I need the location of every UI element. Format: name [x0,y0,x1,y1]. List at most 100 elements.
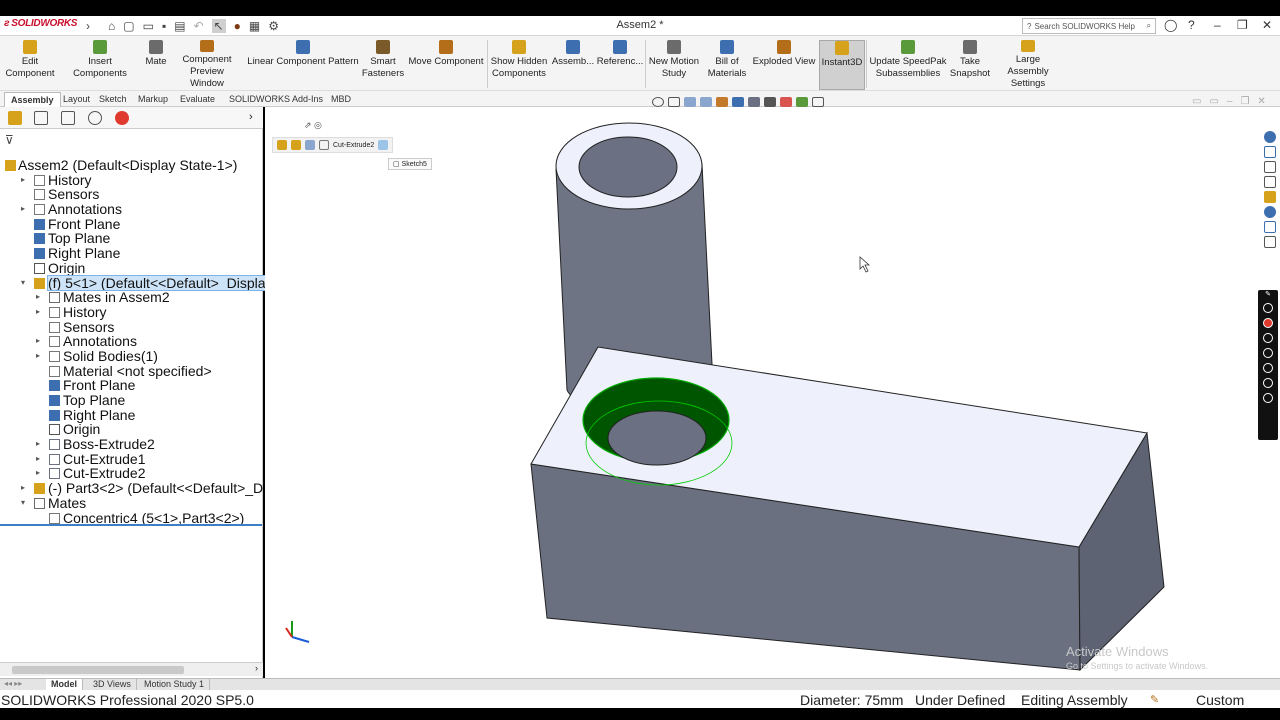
tab-assembly[interactable]: Assembly [4,92,61,107]
ribbon-button-4[interactable]: Linear Component Pattern [247,40,359,90]
view-palette-icon[interactable] [1264,176,1276,188]
expand-arrow-icon[interactable]: ▸ [36,437,40,452]
configuration-manager-tab-icon[interactable] [61,111,75,125]
user-icon[interactable]: ◯ [1164,18,1177,32]
edit-appearance-icon[interactable] [780,97,792,107]
ribbon-button-14[interactable]: Update SpeedPak Subassemblies [869,40,947,90]
tree-item[interactable]: Front Plane [0,217,263,232]
expand-arrow-icon[interactable]: ▸ [21,173,25,188]
print-icon[interactable]: ▤ [174,19,185,33]
tree-item[interactable]: ▸ Cut-Extrude1 [0,452,263,467]
breadcrumb-expand-icon[interactable]: ⇗ ◎ [304,120,322,131]
solidworks-forum-icon[interactable] [1264,236,1276,248]
graphics-area[interactable] [265,107,1280,678]
section-view-icon[interactable] [700,97,712,107]
tree-item[interactable]: ▾ Mates [0,496,263,511]
previous-view-icon[interactable] [684,97,696,107]
collapse-arrow-icon[interactable]: ▾ [21,496,25,511]
ribbon-button-6[interactable]: Move Component [407,40,485,90]
ribbon-button-12[interactable]: Exploded View [752,40,816,90]
help-search-input[interactable]: ? Search SOLIDWORKS Help ⌕ [1022,18,1156,34]
help-icon[interactable]: ? [1188,18,1195,32]
collapse-arrow-icon[interactable]: ▾ [21,276,25,291]
apply-scene-icon[interactable] [796,97,808,107]
recorder-mic-icon[interactable] [1263,333,1273,343]
tab-evaluate[interactable]: Evaluate [174,92,221,107]
recorder-window-icon[interactable] [1263,378,1273,388]
tree-item[interactable]: Right Plane [0,407,263,423]
expand-arrow-icon[interactable]: ▸ [36,466,40,481]
dimxpert-tab-icon[interactable] [88,111,102,125]
view-settings-icon[interactable] [812,97,824,107]
recorder-camera-icon[interactable] [1263,303,1273,313]
zoom-area-icon[interactable] [668,97,680,107]
solidworks-resources-icon[interactable] [1264,131,1276,143]
tree-item[interactable]: ▾ (f) 5<1> (Default<<Default>_Displa [0,274,267,292]
tree-item[interactable]: Material <not specified> [0,363,263,379]
undo-icon[interactable]: ↶ [194,19,204,33]
display-style-icon[interactable] [748,97,760,107]
tree-item[interactable]: ▸ Cut-Extrude2 [0,466,263,481]
face-crumb-icon[interactable] [378,140,389,150]
expand-arrow-icon[interactable]: ▸ [36,305,40,320]
model-viewport[interactable] [265,107,1280,678]
ribbon-button-1[interactable]: Insert Components [60,40,140,90]
tab-solidworks-add-ins[interactable]: SOLIDWORKS Add-Ins [223,92,329,107]
expand-arrow-icon[interactable]: ▸ [36,290,40,305]
ribbon-button-7[interactable]: Show Hidden Components [490,40,548,90]
save-icon[interactable]: ▪ [162,19,166,33]
filter-icon[interactable]: ⊽ [5,133,14,147]
tree-item[interactable]: ▸ Solid Bodies(1) [0,349,263,364]
recorder-webcam-icon[interactable] [1263,363,1273,373]
tree-item[interactable]: ▸ Annotations [0,202,263,217]
restore-icon[interactable]: ❐ [1237,18,1248,32]
forum-icon[interactable] [1264,221,1276,233]
ribbon-button-5[interactable]: Smart Fasteners [362,40,404,90]
recorder-settings-icon[interactable] [1263,393,1273,403]
tree-item[interactable]: ▸ (-) Part3<2> (Default<<Default>_D [0,481,263,496]
close-icon[interactable]: ✕ [1262,18,1272,32]
appearances-icon[interactable] [1264,191,1276,203]
new-document-icon[interactable]: ▢ [123,19,134,33]
zoom-to-fit-icon[interactable] [652,97,664,107]
breadcrumb-sketch[interactable]: ▢ Sketch5 [388,158,432,170]
tree-item[interactable]: ▸ History [0,172,263,188]
custom-properties-icon[interactable] [1264,206,1276,218]
tab-scroll-arrows-icon[interactable]: ◂◂ ▸▸ [4,679,22,688]
design-library-icon[interactable] [1264,146,1276,158]
tree-horizontal-scrollbar[interactable]: › [0,662,263,676]
tree-item[interactable]: Sensors [0,319,263,335]
ribbon-button-13[interactable]: Instant3D [819,40,865,90]
tree-item[interactable]: ▸ Boss-Extrude2 [0,437,263,452]
tree-item[interactable]: Concentric4 (5<1>,Part3<2>) [0,510,263,526]
expand-arrow-icon[interactable]: ▸ [36,349,40,364]
block-part[interactable] [530,346,1165,672]
tree-item[interactable]: Top Plane [0,393,263,408]
tree-item[interactable]: ▸ Mates in Assem2 [0,290,263,305]
expand-arrow-icon[interactable]: ▸ [36,452,40,467]
status-units[interactable]: Custom [1196,690,1244,710]
canvas-window-controls[interactable]: ▭▭–❐✕ [1192,96,1274,107]
expand-arrow-icon[interactable]: ▸ [36,334,40,349]
tree-item[interactable]: Origin [0,422,263,437]
ribbon-button-10[interactable]: New Motion Study [647,40,701,90]
ribbon-button-11[interactable]: Bill of Materials [706,40,748,90]
hide-show-items-icon[interactable] [764,97,776,107]
recorder-record-icon[interactable] [1263,318,1273,328]
tree-item[interactable]: Right Plane [0,246,263,261]
panel-expand-arrow-icon[interactable]: › [249,111,253,123]
tab-mbd[interactable]: MBD [325,92,357,107]
file-properties-icon[interactable]: ▦ [249,19,260,33]
rebuild-icon[interactable]: ● [234,19,241,33]
ribbon-button-8[interactable]: Assemb... [552,40,594,90]
tab-layout[interactable]: Layout [57,92,96,107]
breadcrumb-feature[interactable]: Cut-Extrude2 [333,142,374,149]
tree-item[interactable]: Top Plane [0,231,263,246]
part-crumb-icon[interactable] [291,140,301,150]
ribbon-button-15[interactable]: Take Snapshot [950,40,990,90]
open-icon[interactable]: ▭ [143,19,154,33]
assembly-crumb-icon[interactable] [277,140,287,150]
recorder-volume-icon[interactable] [1263,348,1273,358]
tab-markup[interactable]: Markup [132,92,174,107]
display-manager-tab-icon[interactable] [115,111,129,125]
